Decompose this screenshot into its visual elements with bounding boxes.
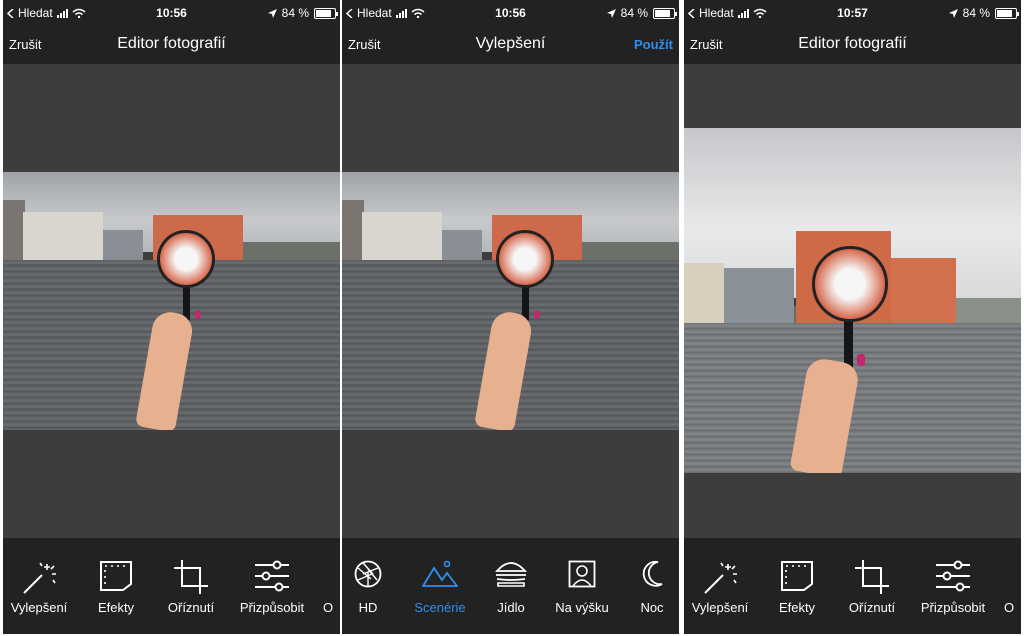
- tool-adjust[interactable]: Přizpůsobit: [913, 538, 993, 634]
- battery-percent: 84 %: [620, 6, 648, 20]
- phone-screen-enhance: Hledat 10:56 84 % Zrušit Vylepšení Použí…: [342, 0, 679, 634]
- status-bar: Hledat 10:56 84 %: [3, 0, 340, 26]
- crop-icon: [855, 560, 889, 594]
- nav-bar: Zrušit Editor fotografií: [684, 26, 1021, 64]
- burger-icon: [495, 562, 527, 587]
- tool-effects[interactable]: Efekty: [757, 538, 837, 634]
- status-bar: Hledat 10:56 84 %: [342, 0, 679, 26]
- magnifier-lens: [157, 230, 215, 288]
- page-title: Editor fotografií: [117, 35, 226, 52]
- crop-icon: [174, 560, 208, 594]
- battery-percent: 84 %: [281, 6, 309, 20]
- enhance-hd[interactable]: HD: [342, 538, 408, 634]
- nav-bar: Zrušit Vylepšení Použít: [342, 26, 679, 64]
- battery-icon: [314, 7, 338, 19]
- phone-screen-editor-result: Hledat 10:57 84 % Zrušit Editor fotograf…: [684, 0, 1021, 634]
- cancel-button[interactable]: Zrušit: [9, 37, 42, 52]
- enhance-night[interactable]: Noc: [612, 538, 679, 634]
- battery-icon: [995, 7, 1019, 19]
- tool-adjust[interactable]: Přizpůsobit: [232, 538, 312, 634]
- status-right: 84 %: [606, 6, 677, 20]
- tool-enhance[interactable]: Vylepšení: [3, 538, 79, 634]
- location-icon: [948, 8, 958, 18]
- tool-crop[interactable]: Oříznutí: [832, 538, 912, 634]
- location-icon: [267, 8, 277, 18]
- photo-nail: [534, 310, 540, 319]
- magnifier-lens: [496, 230, 554, 288]
- film-frame-icon: [100, 561, 132, 591]
- sliders-icon: [255, 560, 289, 592]
- tool-label: O: [1004, 600, 1015, 615]
- aperture-icon: [354, 560, 382, 588]
- magic-wand-icon: [704, 562, 737, 594]
- enhance-toolbar: HD Scenérie Jídlo Na výšku Noc: [342, 538, 679, 634]
- photo-preview[interactable]: [3, 172, 340, 430]
- tool-next-partial[interactable]: O: [301, 538, 340, 634]
- battery-percent: 84 %: [962, 6, 990, 20]
- magnifier-lens: [812, 246, 888, 322]
- phone-screen-editor: Hledat 10:56 84 % Zrušit Editor fotograf…: [3, 0, 340, 634]
- photo-preview[interactable]: [684, 128, 1021, 473]
- tool-enhance[interactable]: Vylepšení: [684, 538, 760, 634]
- enhance-portrait[interactable]: Na výšku: [542, 538, 622, 634]
- location-icon: [606, 8, 616, 18]
- film-frame-icon: [781, 561, 813, 591]
- enhance-food[interactable]: Jídlo: [471, 538, 551, 634]
- enhance-label: Noc: [640, 600, 664, 615]
- tool-label: O: [323, 600, 334, 615]
- tool-next-partial[interactable]: O: [982, 538, 1021, 634]
- enhance-scenery[interactable]: Scenérie: [400, 538, 480, 634]
- photo-nail: [857, 354, 865, 366]
- status-right: 84 %: [267, 6, 338, 20]
- tool-effects[interactable]: Efekty: [76, 538, 156, 634]
- edit-toolbar: Vylepšení Efekty Oříznutí Přizpůsobit O: [684, 538, 1021, 634]
- cancel-button[interactable]: Zrušit: [348, 37, 381, 52]
- portrait-icon: [568, 560, 596, 588]
- photo-preview[interactable]: [342, 172, 679, 430]
- apply-button[interactable]: Použít: [634, 37, 673, 52]
- cancel-button[interactable]: Zrušit: [690, 37, 723, 52]
- moon-icon: [642, 560, 663, 587]
- battery-icon: [653, 7, 677, 19]
- page-title: Vylepšení: [475, 35, 546, 52]
- nav-bar: Zrušit Editor fotografií: [3, 26, 340, 64]
- tool-crop[interactable]: Oříznutí: [151, 538, 231, 634]
- magic-wand-icon: [23, 562, 56, 594]
- status-right: 84 %: [948, 6, 1019, 20]
- page-title: Editor fotografií: [798, 35, 907, 52]
- sliders-icon: [936, 560, 970, 592]
- edit-toolbar: Vylepšení Efekty Oříznutí Přizpůsobit O: [3, 538, 340, 634]
- photo-nail: [195, 310, 201, 319]
- mountains-icon: [422, 560, 458, 587]
- status-bar: Hledat 10:57 84 %: [684, 0, 1021, 26]
